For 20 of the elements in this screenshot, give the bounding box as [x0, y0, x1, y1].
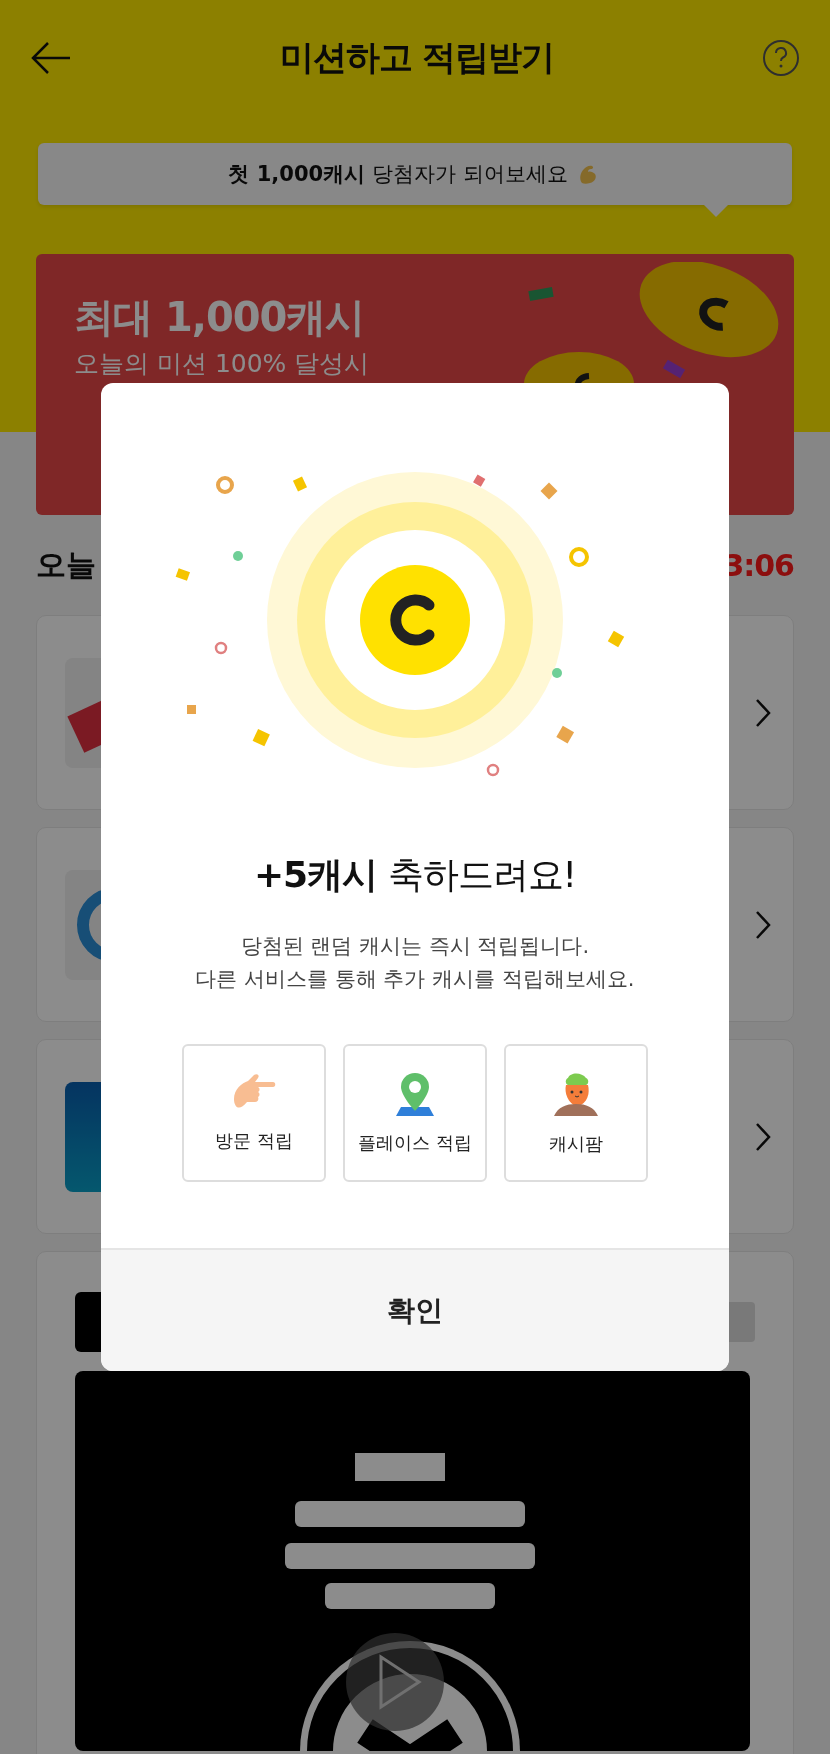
countdown-timer: 3:06	[723, 547, 794, 583]
section-title: 오늘	[36, 545, 96, 584]
reward-description: 당첨된 랜덤 캐시는 즉시 적립됩니다.	[240, 933, 590, 960]
reward-headline: +5캐시 축하드려요!	[253, 853, 577, 897]
tooltip-text: 첫 1,000캐시 당첨자가 되어보세요	[228, 161, 568, 188]
play-icon[interactable]	[345, 1632, 445, 1732]
shortcut-button[interactable]: 방문 적립	[182, 1044, 326, 1182]
banner-subtitle: 오늘의 미션 100% 달성시	[74, 348, 371, 380]
back-icon[interactable]	[30, 40, 72, 75]
chevron-icon	[755, 697, 771, 728]
page-title: 미션하고 적립받기	[279, 35, 555, 79]
confirm-button[interactable]: 확인	[101, 1248, 729, 1371]
help-icon[interactable]	[762, 38, 800, 77]
shortcut-button[interactable]: 플레이스 적립	[343, 1044, 487, 1182]
shortcut-button[interactable]: 캐시팜	[504, 1044, 648, 1182]
banner-title: 최대 1,000캐시	[74, 293, 366, 342]
map-pin-icon	[395, 1071, 435, 1117]
chevron-icon	[755, 909, 771, 940]
reward-description: 다른 서비스를 통해 추가 캐시를 적립해보세요.	[195, 966, 635, 993]
chevron-icon	[755, 1121, 771, 1152]
